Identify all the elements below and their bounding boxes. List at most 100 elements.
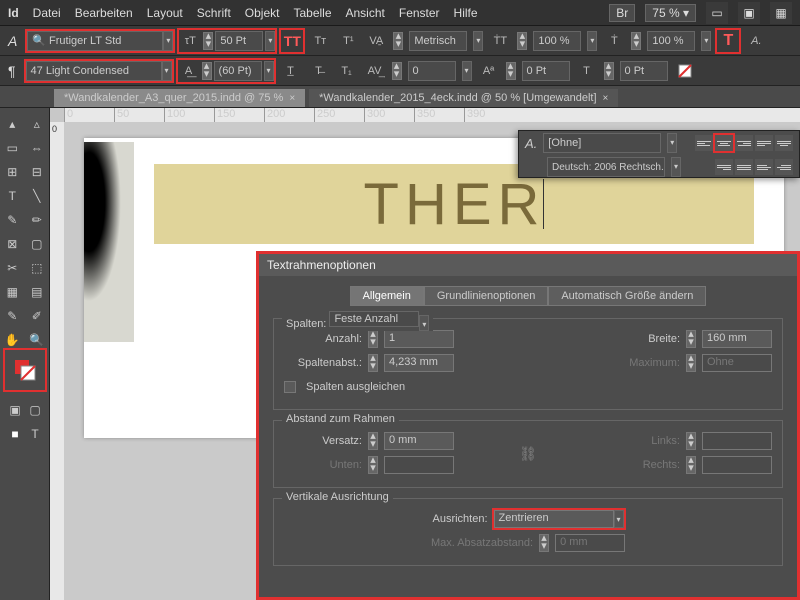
dropdown-icon[interactable]: ▾ xyxy=(162,61,172,81)
align-toward-spine-icon[interactable] xyxy=(755,159,773,175)
stepper[interactable]: ▴▾ xyxy=(368,330,378,348)
pencil-tool[interactable]: ✏ xyxy=(25,208,50,232)
document-tab[interactable]: *Wandkalender_2015_4eck.indd @ 50 % [Umg… xyxy=(309,89,618,107)
dropdown-icon[interactable]: ▾ xyxy=(473,31,483,51)
gradient-feather-tool[interactable]: ▤ xyxy=(25,280,50,304)
stepper[interactable]: ▴▾ xyxy=(393,32,403,50)
menu-item[interactable]: Layout xyxy=(147,6,183,20)
gap-tool[interactable]: ⇔ xyxy=(25,136,50,160)
page-tool[interactable]: ▭ xyxy=(0,136,25,160)
stepper[interactable]: ▴▾ xyxy=(203,32,213,50)
superscript-icon[interactable]: T¹ xyxy=(337,30,359,52)
font-family-field[interactable]: 🔍Frutiger LT Std xyxy=(27,31,163,51)
column-width-field[interactable]: 160 mm xyxy=(702,330,772,348)
pen-tool[interactable]: ✎ xyxy=(0,208,25,232)
strike-icon[interactable]: T̶ xyxy=(308,60,330,82)
content-placer-tool[interactable]: ⊟ xyxy=(25,160,50,184)
arrange-icon[interactable]: ▦ xyxy=(770,2,792,24)
language-field[interactable]: Deutsch: 2006 Rechtsch... xyxy=(547,157,665,177)
rectangle-frame-tool[interactable]: ⊠ xyxy=(0,232,25,256)
vscale-field[interactable]: 100 % xyxy=(533,31,581,51)
tracking-field[interactable]: 0 xyxy=(408,61,456,81)
menu-item[interactable]: Bearbeiten xyxy=(75,6,133,20)
stepper[interactable]: ▴▾ xyxy=(631,32,641,50)
eyedropper-tool[interactable]: ✐ xyxy=(25,304,50,328)
direct-selection-tool[interactable]: ▵ xyxy=(25,112,50,136)
stepper[interactable]: ▴▾ xyxy=(368,432,378,450)
note-tool[interactable]: ✎ xyxy=(0,304,25,328)
dropdown-icon[interactable]: ▾ xyxy=(671,157,681,177)
subscript-icon[interactable]: T₁ xyxy=(336,60,358,82)
align-right-icon[interactable] xyxy=(735,135,753,151)
justify-center-icon[interactable] xyxy=(775,135,793,151)
zoom-tool[interactable]: 🔍 xyxy=(25,328,50,352)
type-color-icon[interactable]: T xyxy=(717,30,739,52)
fill-none-icon[interactable] xyxy=(674,60,696,82)
stepper[interactable]: ▴▾ xyxy=(368,354,378,372)
skew-field[interactable]: 0 Pt xyxy=(620,61,668,81)
justify-left-icon[interactable] xyxy=(755,135,773,151)
close-icon[interactable]: × xyxy=(603,93,609,104)
menu-item[interactable]: Datei xyxy=(33,6,61,20)
kerning-field[interactable]: Metrisch xyxy=(409,31,467,51)
menu-item[interactable]: Fenster xyxy=(399,6,440,20)
gradient-tool[interactable]: ▦ xyxy=(0,280,25,304)
inset-top-field[interactable]: 0 mm xyxy=(384,432,454,450)
dropdown-icon[interactable]: ▾ xyxy=(265,31,275,51)
hscale-field[interactable]: 100 % xyxy=(647,31,695,51)
menu-item[interactable]: Objekt xyxy=(245,6,280,20)
font-size-field[interactable]: 50 Pt xyxy=(215,31,263,51)
allcaps-icon[interactable]: TT xyxy=(281,30,303,52)
stepper[interactable]: ▴▾ xyxy=(517,32,527,50)
stepper[interactable]: ▴▾ xyxy=(604,62,614,80)
stepper[interactable]: ▴▾ xyxy=(506,62,516,80)
fill-stroke-proxy[interactable] xyxy=(5,350,45,390)
rectangle-tool[interactable]: ▢ xyxy=(25,232,50,256)
column-count-field[interactable]: 1 xyxy=(384,330,454,348)
close-icon[interactable]: × xyxy=(289,93,295,104)
content-collector-tool[interactable]: ⊞ xyxy=(0,160,25,184)
stepper[interactable]: ▴▾ xyxy=(686,330,696,348)
document-tab[interactable]: *Wandkalender_A3_quer_2015.indd @ 75 %× xyxy=(54,89,305,107)
view-mode-icon[interactable]: ▭ xyxy=(706,2,728,24)
align-left-icon[interactable] xyxy=(695,135,713,151)
para-style-field[interactable]: [Ohne] xyxy=(543,133,661,153)
selection-tool[interactable]: ▴ xyxy=(0,112,25,136)
dropdown-icon[interactable]: ▾ xyxy=(614,510,624,528)
smallcaps-icon[interactable]: Tᴛ xyxy=(309,30,331,52)
dropdown-icon[interactable]: ▾ xyxy=(587,31,597,51)
hand-tool[interactable]: ✋ xyxy=(0,328,25,352)
menu-item[interactable]: Tabelle xyxy=(293,6,331,20)
scissors-tool[interactable]: ✂ xyxy=(0,256,25,280)
vertical-align-select[interactable]: Zentrieren xyxy=(494,510,614,528)
stepper[interactable]: ▴▾ xyxy=(202,62,212,80)
screen-mode-icon[interactable]: ▣ xyxy=(738,2,760,24)
underline-icon[interactable]: T̲ xyxy=(280,60,302,82)
tab-general[interactable]: Allgemein xyxy=(350,286,424,306)
dropdown-icon[interactable]: ▾ xyxy=(419,315,429,331)
char-style-icon[interactable]: A. xyxy=(745,30,767,52)
menu-item[interactable]: Ansicht xyxy=(346,6,385,20)
justify-all-icon[interactable] xyxy=(735,159,753,175)
menu-item[interactable]: Schrift xyxy=(197,6,231,20)
type-tool[interactable]: T xyxy=(0,184,25,208)
tab-baseline[interactable]: Grundlinienoptionen xyxy=(424,286,548,306)
dropdown-icon[interactable]: ▾ xyxy=(462,61,472,81)
column-mode-select[interactable]: Feste Anzahl xyxy=(329,311,419,327)
zoom-select[interactable]: 75 % ▾ xyxy=(645,4,696,22)
dropdown-icon[interactable]: ▾ xyxy=(163,31,173,51)
justify-right-icon[interactable] xyxy=(715,159,733,175)
link-icon[interactable]: ⛓ xyxy=(519,446,537,463)
line-tool[interactable]: ╲ xyxy=(25,184,50,208)
baseline-field[interactable]: 0 Pt xyxy=(522,61,570,81)
align-away-spine-icon[interactable] xyxy=(775,159,793,175)
color-mode-proxy[interactable]: ▣▢ ■T xyxy=(5,398,45,446)
dropdown-icon[interactable]: ▾ xyxy=(701,31,711,51)
menu-item[interactable]: Hilfe xyxy=(454,6,478,20)
font-style-field[interactable]: 47 Light Condensed xyxy=(26,61,162,81)
tab-autosize[interactable]: Automatisch Größe ändern xyxy=(548,286,706,306)
leading-field[interactable]: (60 Pt) xyxy=(214,61,262,81)
bridge-button[interactable]: Br xyxy=(609,4,635,22)
stepper[interactable]: ▴▾ xyxy=(392,62,402,80)
balance-columns-checkbox[interactable] xyxy=(284,381,296,393)
